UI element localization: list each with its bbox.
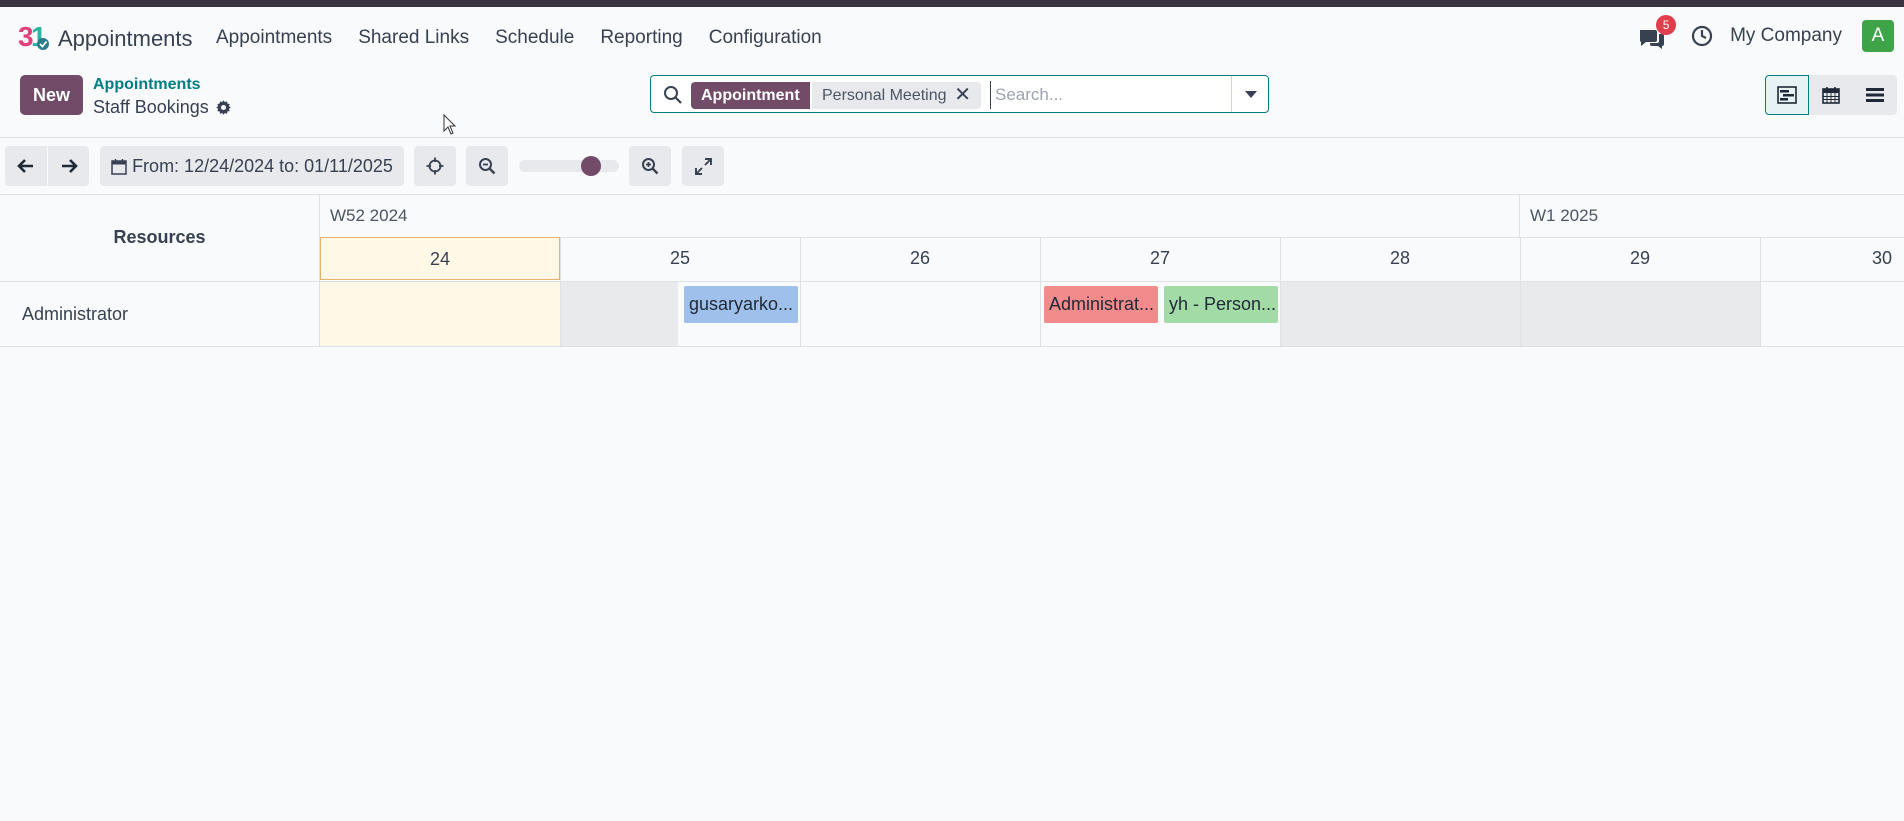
date-range-label: From: 12/24/2024 to: 01/11/2025 [132,155,393,176]
resources-header: Resources [113,227,206,247]
user-avatar[interactable]: A [1862,20,1894,52]
expand-icon [694,157,712,175]
navbar: 3 1 Appointments Appointments Shared Lin… [0,7,1904,66]
control-panel-divider [0,137,1904,138]
search-icon [664,86,682,104]
day-header: 27 [1149,248,1171,268]
top-strip [0,0,1904,7]
day-header: 30 [1871,248,1892,268]
breadcrumb-parent[interactable]: Appointments [93,76,201,94]
main-menu: Appointments Shared Links Schedule Repor… [216,27,848,49]
today-cell[interactable] [320,282,560,346]
arrow-right-icon [61,159,78,173]
gantt-view-button[interactable] [1765,75,1809,115]
list-icon [1866,88,1884,102]
crosshairs-icon [426,157,444,175]
systray: 5 My Company A [1638,15,1904,54]
grid-line [1519,194,1520,237]
search-bar: Appointment Personal Meeting ✕ [650,75,1269,113]
day-header: 29 [1629,248,1651,268]
next-button[interactable] [48,146,89,186]
week-label: W52 2024 [330,206,408,225]
grid-line [0,346,1904,347]
view-switcher [1765,75,1897,115]
gantt-grid: Resources W52 2024 W1 2025 24 25 26 27 2… [0,194,1904,347]
non-working-cell[interactable] [1520,282,1760,346]
messages-button[interactable]: 5 [1638,15,1677,51]
day-header: 26 [909,248,931,268]
list-view-button[interactable] [1853,75,1897,115]
date-range-picker[interactable]: From: 12/24/2024 to: 01/11/2025 [100,146,404,186]
grid-line [0,281,1904,282]
menu-appointments[interactable]: Appointments [216,27,332,49]
non-working-cell[interactable] [560,282,678,346]
search-facet-type: Appointment [691,82,810,109]
calendar-icon [1822,87,1840,104]
resource-row-label[interactable]: Administrator [22,304,128,325]
day-header-today: 24 [320,237,560,280]
gantt-event-pill[interactable]: yh - Person... [1164,286,1278,323]
expand-button[interactable] [682,146,724,186]
non-working-cell[interactable] [1280,282,1520,346]
calendar-view-button[interactable] [1809,75,1853,115]
search-facet-value: Personal Meeting ✕ [812,82,981,109]
focus-today-button[interactable] [414,146,456,186]
zoom-in-icon [642,158,659,175]
caret-down-icon [1245,91,1257,98]
breadcrumb-current-label: Staff Bookings [93,97,209,117]
menu-reporting[interactable]: Reporting [600,27,682,49]
zoom-out-icon [479,158,496,175]
previous-button[interactable] [5,146,47,186]
day-header: 25 [669,248,691,268]
search-facet-value-label: Personal Meeting [822,87,947,104]
week-label: W1 2025 [1530,206,1599,225]
zoom-in-button[interactable] [629,146,671,186]
app-logo-icon[interactable]: 3 1 [18,20,50,52]
mouse-pointer-icon [443,114,457,135]
clock-icon[interactable] [1690,24,1714,48]
menu-configuration[interactable]: Configuration [709,27,822,49]
gantt-icon [1777,86,1797,104]
day-header: 28 [1389,248,1411,268]
arrow-left-icon [17,159,33,173]
zoom-slider[interactable] [519,156,619,176]
company-switcher[interactable]: My Company [1730,25,1842,47]
search-options-toggle[interactable] [1231,76,1268,112]
search-input[interactable] [990,81,1237,109]
menu-shared-links[interactable]: Shared Links [358,27,469,49]
zoom-slider-handle[interactable] [581,156,601,176]
app-name[interactable]: Appointments [58,26,193,52]
chat-count-badge: 5 [1656,15,1677,35]
menu-schedule[interactable]: Schedule [495,27,574,49]
zoom-out-button[interactable] [466,146,508,186]
breadcrumb-current: Staff Bookings [93,97,232,118]
calendar-small-icon [111,158,127,175]
gantt-event-pill[interactable]: gusaryarko... [684,286,798,323]
gear-icon[interactable] [215,99,232,116]
gantt-event-pill[interactable]: Administrat... [1044,286,1158,323]
remove-facet-icon[interactable]: ✕ [954,82,971,109]
new-button[interactable]: New [20,75,83,115]
